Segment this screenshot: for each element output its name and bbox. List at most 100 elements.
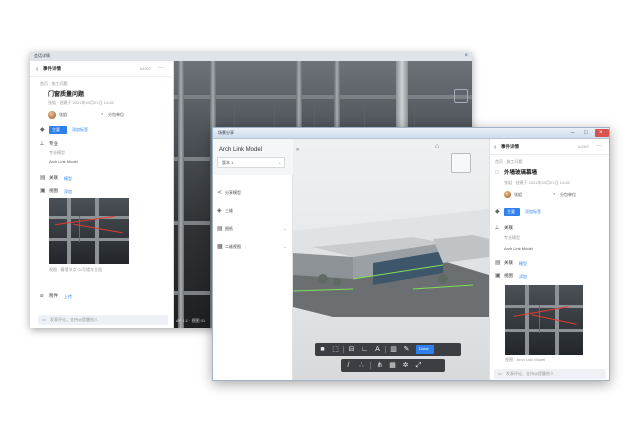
panel-header-title: 事件详情 [501, 144, 519, 149]
panel-header-id: #1007 [578, 144, 590, 149]
doc-icon: ▤ [217, 226, 223, 232]
issue-meta: 张姐 · 创建于 2021年03月01日 14:26 [48, 100, 114, 105]
issue-title: 门窗质量问题 [48, 92, 85, 98]
version-select[interactable]: 版本 1 ⌄ [217, 157, 285, 168]
view-thumbnail[interactable] [49, 198, 129, 264]
camera-icon[interactable]: ■ [318, 345, 327, 354]
view-value[interactable]: 添加 [64, 190, 72, 194]
image-icon: ▣ [40, 188, 46, 194]
more-icon[interactable]: ··· [596, 143, 602, 149]
tag-icon: ◆ [40, 127, 45, 133]
add-tag-link[interactable]: 添加标签 [525, 210, 541, 214]
sidebar-item-share[interactable]: ≺ 分享模型 [213, 187, 293, 199]
avatar [48, 111, 56, 119]
attach-value[interactable]: 上传 [64, 295, 72, 299]
view-caption: 视图 · Arch Link Model [505, 357, 546, 362]
checkbox-icon[interactable]: □ [495, 170, 499, 176]
specialty-value: Arch Link Model [504, 246, 533, 251]
issue-meta: 张姐 · 创建于 2021年03月01日 14:26 [504, 180, 570, 185]
markup-icon[interactable]: A [373, 345, 382, 354]
sidebar-header: Arch Link Model 版本 1 ⌄ [213, 139, 293, 175]
doc-icon: ▤ [40, 175, 46, 181]
edit-icon[interactable]: / [344, 361, 353, 370]
link-value[interactable]: 模型 [519, 262, 527, 266]
front-window: 场景分享 – □ × Arch Link Model 版本 1 ⌄ ≺ 分享模型… [212, 127, 610, 381]
close-button[interactable]: × [595, 129, 609, 137]
layers-icon: ◈ [217, 208, 222, 214]
assignee-b: 分包单位 [560, 192, 576, 197]
divider [30, 76, 174, 77]
back-window-titlebar: 会话详情 × [30, 52, 472, 61]
section-view: 视图 [49, 188, 58, 193]
divider [490, 154, 609, 155]
tree-icon[interactable]: ⋔ [375, 361, 384, 370]
assignee-a: 张姐 [514, 192, 522, 197]
tag-badge[interactable]: 主要 [49, 126, 67, 134]
breadcrumb: 首页 · 施工问题 [495, 159, 523, 164]
section-specialty: 关联 [504, 225, 513, 230]
done-button[interactable]: Done [416, 345, 434, 354]
nodes-icon[interactable]: ∴ [357, 361, 366, 370]
scene-status: AP 1:1 · 视图 01 [176, 318, 206, 323]
view-thumbnail[interactable] [505, 285, 583, 355]
image-icon: ▣ [495, 273, 501, 279]
comment-input[interactable]: ▭ 发表评论，支持@提醒他人 [38, 315, 168, 325]
back-issue-panel: ‹ 事件详情 #1007 ··· 首页 · 施工问题 门窗质量问题 张姐 · 创… [30, 61, 174, 328]
trash-icon[interactable]: ▥ [389, 345, 398, 354]
sidebar-item-drawings[interactable]: ▤ 图纸 ⌄ [213, 223, 293, 235]
tag-badge[interactable]: 主要 [504, 208, 520, 216]
view-caption: 视图 · 幕墙节点 01号楼东立面 [49, 267, 103, 272]
attach-icon: ⌀ [40, 293, 44, 299]
panel-header-id: #1007 [140, 66, 152, 71]
front-window-titlebar: 场景分享 – □ × [213, 128, 609, 139]
chevron-down-icon: ⌄ [278, 160, 282, 165]
link-icon: ⟂ [495, 225, 500, 231]
add-tag-link[interactable]: 添加标签 [72, 128, 88, 132]
user-icon: ◔ [552, 192, 556, 198]
specialty-sub: 专业模型 [504, 235, 520, 240]
share-icon: ≺ [217, 190, 223, 196]
specialty-sub: 专业模型 [49, 150, 65, 155]
back-arrow-icon[interactable]: ‹ [494, 144, 496, 151]
gear-icon[interactable]: ✲ [401, 361, 410, 370]
chevron-down-icon: ⌄ [283, 244, 287, 249]
panel-header-title: 事件详情 [43, 66, 61, 71]
measure-icon[interactable]: ⊟ [347, 345, 356, 354]
frame-icon[interactable]: ⬚ [331, 345, 340, 354]
specialty-value: Arch Link Model [49, 159, 78, 164]
model-sidebar: Arch Link Model 版本 1 ⌄ ≺ 分享模型 ◈ 三维 ▤ 图纸 … [213, 139, 293, 380]
assignee-a: 张姐 [59, 112, 67, 117]
minimize-icon[interactable]: – [571, 130, 574, 136]
section-specialty: 专业 [49, 141, 58, 146]
user-icon: ◔ [100, 112, 104, 118]
breadcrumb: 首页 · 施工问题 [40, 81, 68, 86]
chevron-down-icon: ⌄ [283, 226, 287, 231]
comment-input[interactable]: ▭ 发表评论，支持@提醒他人 [494, 369, 606, 379]
more-icon[interactable]: ··· [158, 65, 164, 71]
angle-icon[interactable]: ∟ [360, 345, 369, 354]
sidebar-item-3d[interactable]: ◈ 三维 [213, 205, 293, 217]
view-cube-icon[interactable] [454, 89, 468, 103]
viewer-toolbar-secondary: / ∴ ⋔ ▦ ✲ ⤢ [341, 359, 445, 372]
close-icon[interactable]: × [464, 53, 468, 59]
front-window-title: 场景分享 [218, 130, 234, 135]
avatar [504, 191, 511, 198]
pen-icon[interactable]: ✎ [402, 345, 411, 354]
section-link: 关联 [49, 175, 58, 180]
fullscreen-icon[interactable]: ⤢ [414, 361, 423, 370]
front-issue-panel: ‹ 事件详情 #1007 ··· 首页 · 施工问题 □ 外墙玻璃幕墙 张姐 ·… [489, 139, 609, 380]
sidebar-item-2d[interactable]: ▦ 二维视图 ⌄ [213, 241, 293, 253]
issue-title: 外墙玻璃幕墙 [504, 170, 538, 176]
link-value[interactable]: 模型 [64, 177, 72, 181]
model-name: Arch Link Model [219, 147, 263, 153]
view-value[interactable]: 添加 [519, 275, 527, 279]
section-attach: 附件 [49, 293, 58, 298]
section-view: 视图 [504, 273, 513, 278]
save-icon[interactable]: ▦ [388, 361, 397, 370]
chat-icon: ▭ [498, 371, 502, 376]
tag-icon: ◆ [495, 209, 500, 215]
link-icon: ⟂ [40, 141, 45, 147]
back-arrow-icon[interactable]: ‹ [36, 66, 38, 73]
front-3d-viewport[interactable]: « ⌂ ■ ⬚ ⊟ ∟ A ▥ ✎ Done / ∴ ⋔ ▦ ✲ ⤢ [293, 139, 489, 380]
maximize-icon[interactable]: □ [584, 130, 588, 136]
